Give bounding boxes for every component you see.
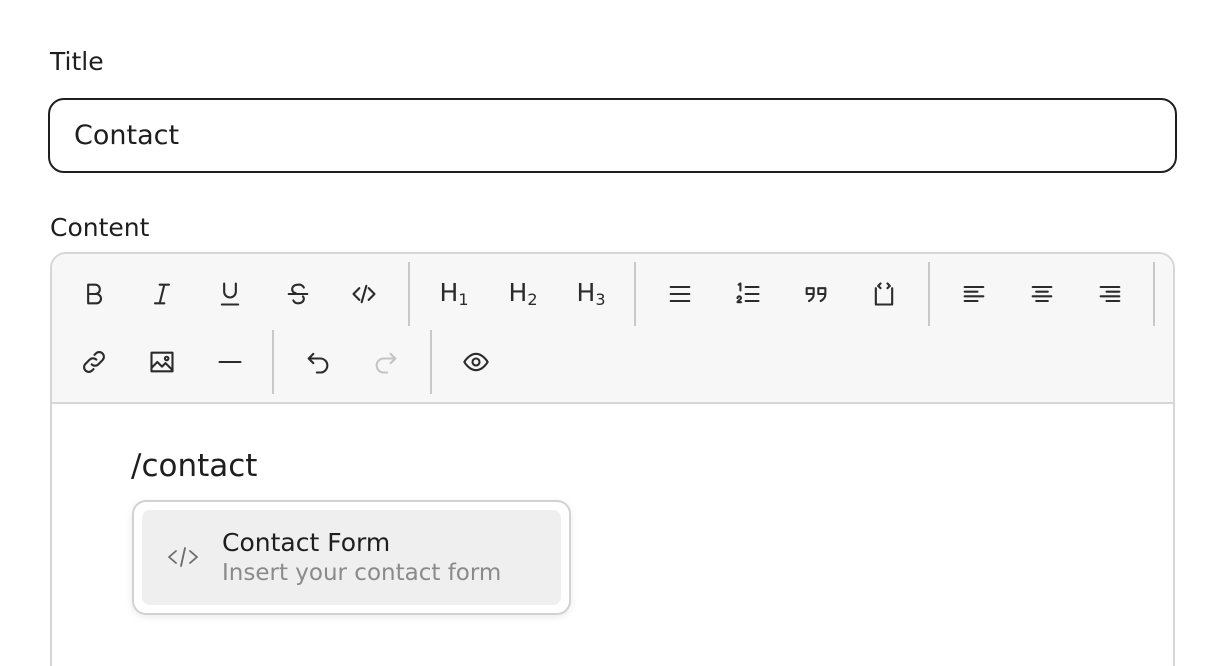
code-icon — [352, 284, 376, 304]
link-icon — [83, 351, 105, 373]
horizontal-rule-icon — [218, 360, 242, 364]
align-center-icon — [1031, 285, 1053, 303]
heading-2-label: H2 — [508, 278, 538, 309]
strikethrough-icon — [287, 283, 309, 305]
title-input[interactable] — [48, 98, 1177, 173]
bold-icon — [87, 283, 102, 305]
heading-2-button[interactable]: H2 — [495, 266, 551, 322]
align-left-icon — [963, 285, 985, 303]
heading-1-label: H1 — [439, 278, 469, 309]
bold-button[interactable] — [66, 266, 122, 322]
suggestion-description: Insert your contact form — [222, 560, 502, 586]
content-label: Content — [50, 213, 150, 242]
editor-typed-text[interactable]: /contact — [131, 448, 257, 484]
page: Title Content H1 — [0, 0, 1220, 666]
preview-button[interactable] — [448, 334, 504, 390]
suggestion-title: Contact Form — [222, 528, 391, 557]
undo-button[interactable] — [290, 334, 346, 390]
align-right-button[interactable] — [1082, 266, 1138, 322]
title-label: Title — [50, 47, 104, 76]
italic-button[interactable] — [134, 266, 190, 322]
strikethrough-button[interactable] — [270, 266, 326, 322]
image-icon — [150, 351, 174, 373]
slash-command-popup: Contact Form Insert your contact form — [132, 500, 571, 615]
code-block-button[interactable] — [856, 266, 912, 322]
quote-icon — [805, 287, 827, 303]
ordered-list-icon — [736, 282, 760, 304]
italic-icon — [153, 283, 171, 305]
heading-3-button[interactable]: H3 — [563, 266, 619, 322]
toolbar-separator — [634, 262, 636, 326]
code-button[interactable] — [336, 266, 392, 322]
toolbar-separator — [408, 262, 410, 326]
editor-toolbar: H1 H2 H3 — [52, 254, 1173, 404]
suggestion-contact-form[interactable]: Contact Form Insert your contact form — [142, 510, 561, 605]
image-button[interactable] — [134, 334, 190, 390]
toolbar-separator — [272, 330, 274, 394]
align-right-icon — [1099, 285, 1121, 303]
underline-icon — [220, 282, 240, 306]
link-button[interactable] — [66, 334, 122, 390]
underline-button[interactable] — [202, 266, 258, 322]
eye-icon — [463, 352, 489, 372]
bullet-list-button[interactable] — [652, 266, 708, 322]
undo-icon — [307, 352, 329, 374]
blockquote-button[interactable] — [788, 266, 844, 322]
horizontal-rule-button[interactable] — [202, 334, 258, 390]
code-icon — [166, 542, 200, 572]
toolbar-separator — [928, 262, 930, 326]
heading-3-label: H3 — [576, 278, 606, 309]
redo-icon — [375, 352, 397, 374]
heading-1-button[interactable]: H1 — [426, 266, 482, 322]
toolbar-separator — [1153, 262, 1155, 326]
redo-button[interactable] — [358, 334, 414, 390]
ordered-list-button[interactable] — [720, 266, 776, 322]
align-left-button[interactable] — [946, 266, 1002, 322]
align-center-button[interactable] — [1014, 266, 1070, 322]
bullet-list-icon — [669, 285, 691, 303]
code-block-icon — [874, 282, 894, 306]
toolbar-separator — [430, 330, 432, 394]
